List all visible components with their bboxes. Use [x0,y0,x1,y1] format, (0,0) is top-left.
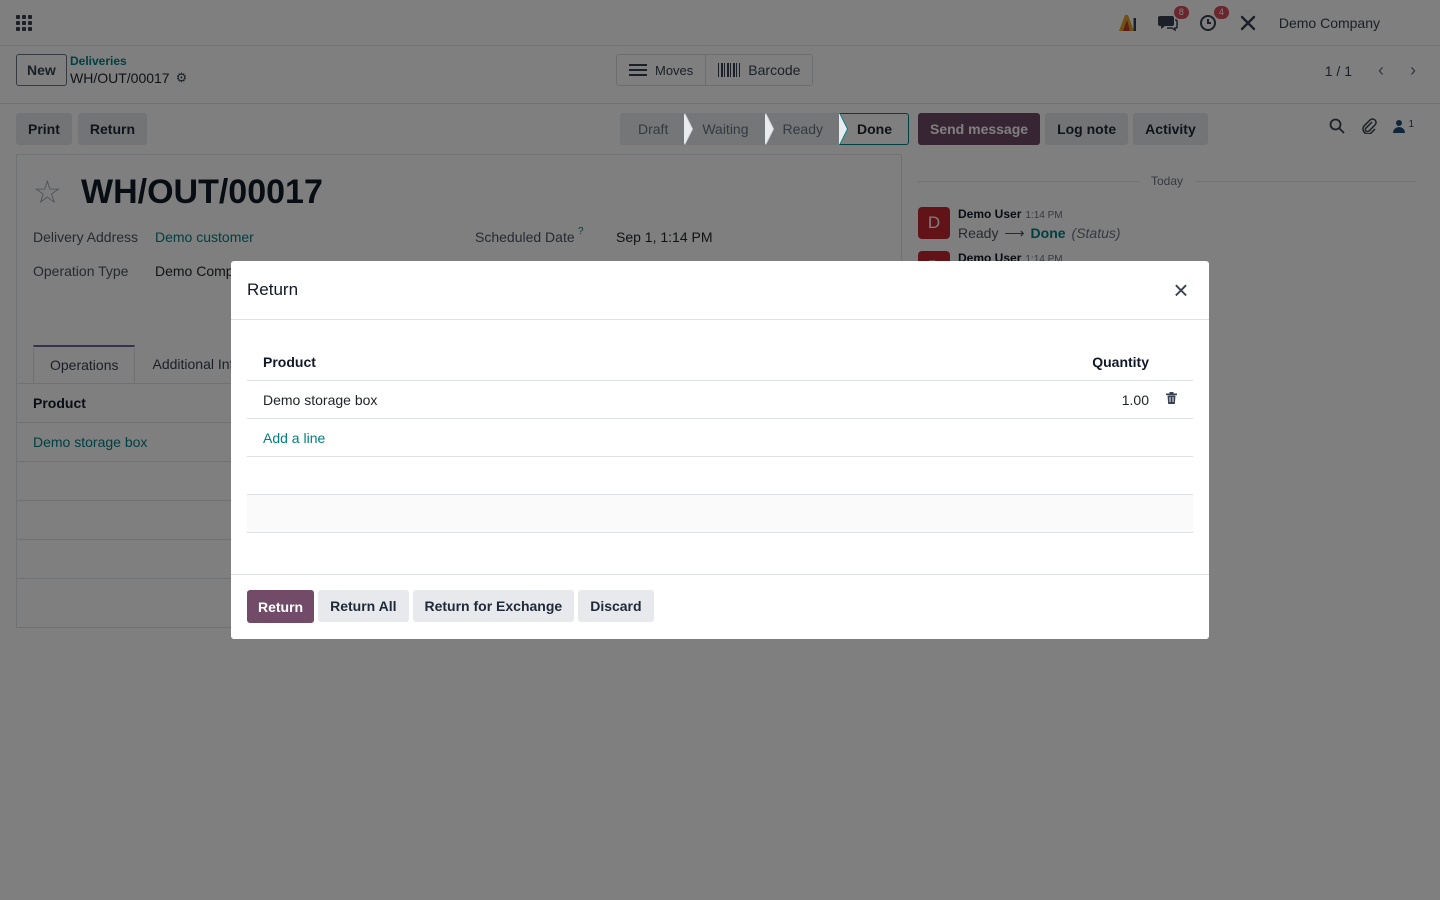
table-row-empty [247,495,1193,533]
footer-buttons: Return Return All Return for Exchange Di… [247,590,654,623]
modal-title: Return [247,280,299,299]
return-confirm-button[interactable]: Return [247,590,315,623]
discard-button[interactable]: Discard [578,590,654,622]
line-quantity[interactable]: 1.00 [1029,392,1149,408]
return-lines-table: Product Quantity Demo storage box 1.00 A… [247,343,1193,533]
table-header: Product Quantity [247,343,1193,381]
return-dialog: Return × Product Quantity Demo storage b… [231,261,1209,639]
table-row[interactable]: Demo storage box 1.00 [247,381,1193,419]
modal-footer: Return Return All Return for Exchange Di… [231,574,1209,639]
add-line-link[interactable]: Add a line [263,430,325,446]
modal-header: Return × [231,261,1209,320]
close-icon[interactable]: × [1167,277,1195,305]
add-line-row: Add a line [247,419,1193,457]
return-all-button[interactable]: Return All [318,590,409,622]
trash-icon[interactable] [1149,392,1177,407]
table-row-empty [247,457,1193,495]
line-product[interactable]: Demo storage box [263,392,1029,408]
column-quantity[interactable]: Quantity [1029,354,1149,370]
column-product[interactable]: Product [263,354,1029,370]
return-for-exchange-button[interactable]: Return for Exchange [412,590,575,622]
